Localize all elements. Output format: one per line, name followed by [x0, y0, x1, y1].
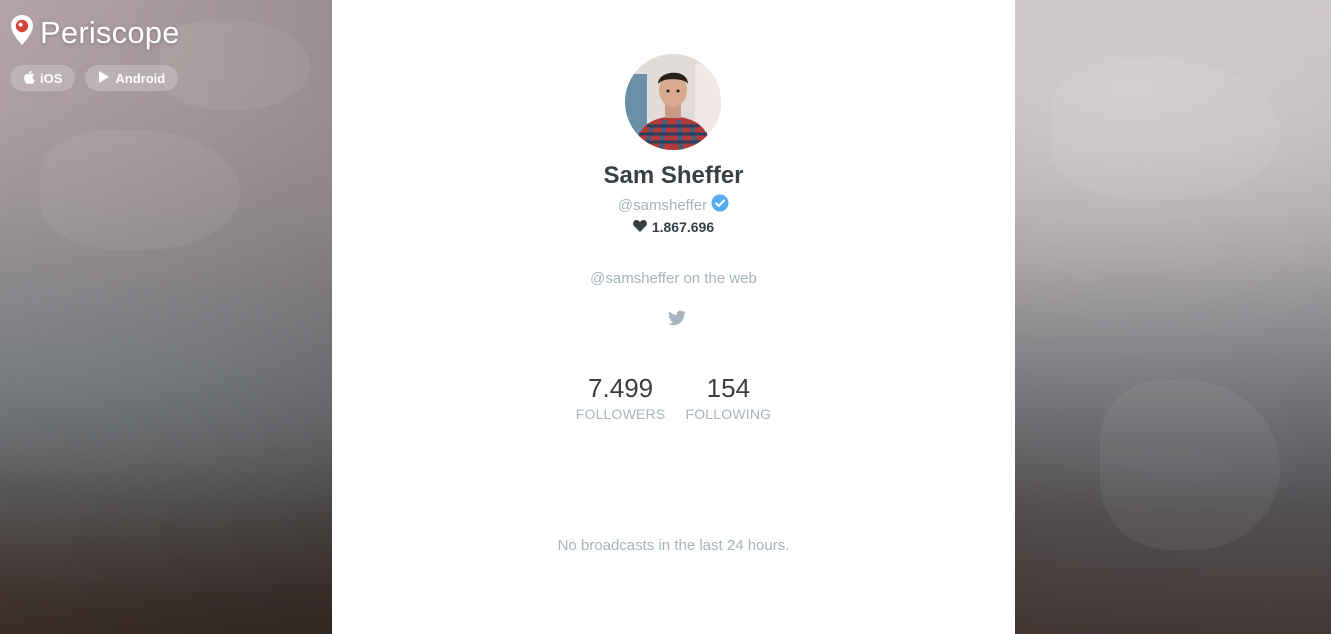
- avatar: [625, 54, 721, 150]
- heart-icon: [632, 219, 647, 235]
- map-continent-decoration: [1100, 380, 1280, 550]
- followers-stat[interactable]: 7.499 FOLLOWERS: [576, 372, 666, 422]
- periscope-pin-icon: [10, 14, 34, 51]
- verified-badge-icon: [711, 194, 729, 216]
- following-count: 154: [706, 373, 751, 403]
- profile-panel: Sam Sheffer @samsheffer 1.867.696 @samsh…: [332, 0, 1015, 634]
- on-the-web-label: @samsheffer on the web: [590, 270, 757, 287]
- ios-button-label: iOS: [40, 70, 63, 86]
- followers-label: FOLLOWERS: [575, 406, 666, 422]
- apple-icon: [23, 70, 35, 87]
- map-continent-decoration: [1050, 60, 1280, 200]
- no-broadcasts-message: No broadcasts in the last 24 hours.: [557, 537, 790, 554]
- followers-count: 7.499: [588, 373, 654, 403]
- brand-title: Periscope: [40, 14, 180, 50]
- following-label: FOLLOWING: [685, 406, 772, 422]
- hearts-count-row: 1.867.696: [332, 219, 1015, 235]
- map-continent-decoration: [160, 20, 310, 110]
- periscope-logo[interactable]: Periscope: [10, 14, 180, 51]
- hearts-count: 1.867.696: [651, 219, 715, 235]
- profile-handle: @samsheffer: [617, 196, 708, 214]
- following-stat[interactable]: 154 FOLLOWING: [685, 372, 771, 422]
- android-button-label: Android: [115, 70, 166, 86]
- profile-name: Sam Sheffer: [603, 162, 744, 189]
- map-continent-decoration: [40, 130, 240, 250]
- play-icon: [98, 70, 110, 87]
- ios-app-button[interactable]: iOS: [10, 65, 76, 91]
- follow-stats: 7.499 FOLLOWERS 154 FOLLOWING: [332, 372, 1015, 422]
- profile-handle-row: @samsheffer: [332, 194, 1015, 216]
- android-app-button[interactable]: Android: [85, 65, 179, 91]
- app-download-links: iOS Android: [10, 65, 179, 91]
- twitter-icon[interactable]: [668, 310, 686, 326]
